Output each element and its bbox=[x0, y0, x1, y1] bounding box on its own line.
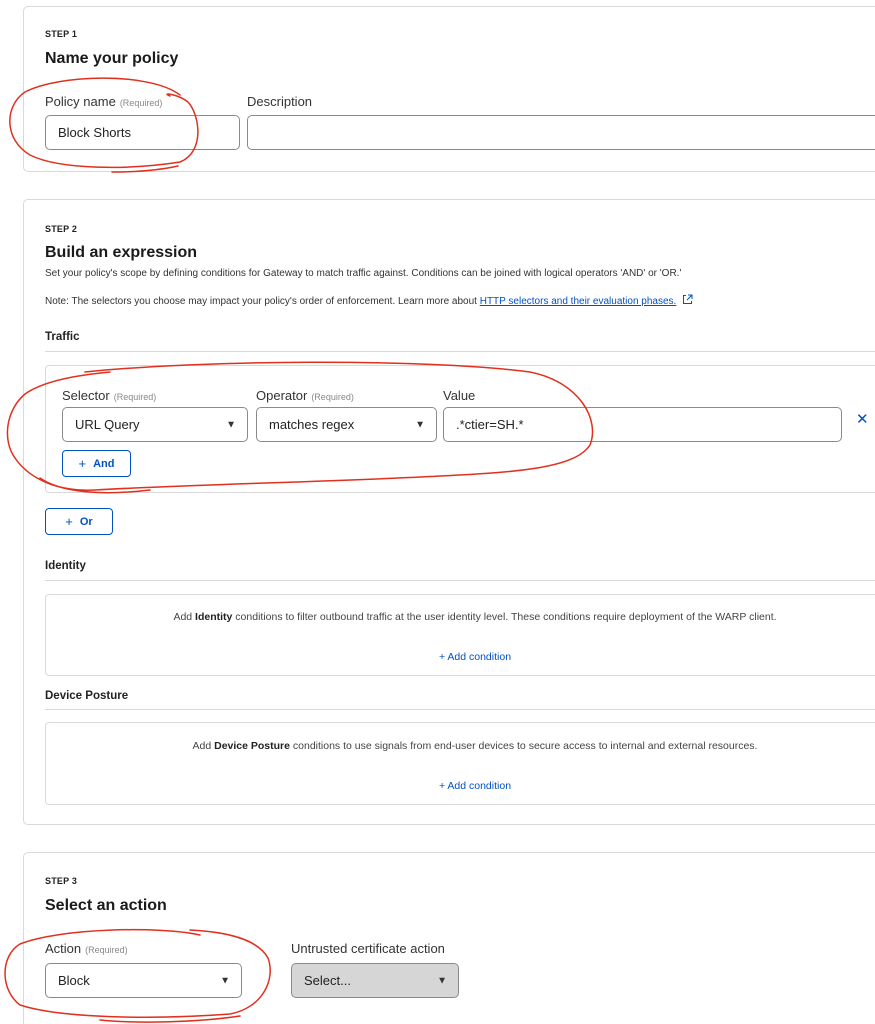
step3-title: Select an action bbox=[45, 897, 167, 914]
action-label-text: Action bbox=[45, 941, 82, 956]
cert-action-label: Untrusted certificate action bbox=[291, 941, 445, 956]
device-posture-text-prefix: Add bbox=[192, 740, 215, 752]
note-text: Note: The selectors you choose may impac… bbox=[45, 296, 480, 307]
cert-action-placeholder: Select... bbox=[304, 973, 351, 988]
and-button-label: And bbox=[93, 457, 115, 470]
identity-text-suffix: conditions to filter outbound traffic at… bbox=[232, 611, 777, 623]
value-value: .*ctier=SH.* bbox=[456, 417, 524, 432]
action-label: Action (Required) bbox=[45, 941, 128, 956]
caret-down-icon: ▼ bbox=[220, 975, 230, 986]
identity-divider bbox=[45, 580, 875, 581]
traffic-condition-box: Selector (Required) URL Query ▼ Operator(… bbox=[45, 365, 875, 493]
device-posture-add-condition-link[interactable]: + Add condition bbox=[46, 780, 875, 792]
device-posture-add-condition-label[interactable]: + Add condition bbox=[439, 780, 511, 792]
or-button-label: Or bbox=[79, 515, 93, 528]
identity-description: Add Identity conditions to filter outbou… bbox=[46, 611, 875, 623]
selector-value: URL Query bbox=[75, 417, 140, 432]
step3-card: STEP 3 Select an action Action (Required)… bbox=[23, 852, 875, 1024]
identity-title: Identity bbox=[45, 560, 86, 572]
identity-text-prefix: Add bbox=[173, 611, 196, 623]
close-icon[interactable]: ✕ bbox=[856, 410, 869, 428]
required-tag: (Required) bbox=[311, 392, 354, 402]
device-posture-text-suffix: conditions to use signals from end-user … bbox=[289, 740, 758, 752]
operator-label: Operator (Required) bbox=[256, 388, 354, 403]
required-tag: (Required) bbox=[85, 945, 128, 955]
policy-name-input[interactable]: Block Shorts bbox=[45, 115, 240, 150]
device-posture-box: Add Device Posture conditions to use sig… bbox=[45, 722, 875, 805]
device-posture-description: Add Device Posture conditions to use sig… bbox=[46, 740, 875, 752]
step2-card: STEP 2 Build an expression Set your poli… bbox=[23, 199, 875, 825]
device-posture-text-bold: Device Posture bbox=[214, 740, 290, 752]
selector-select[interactable]: URL Query ▼ bbox=[62, 407, 248, 442]
identity-box: Add Identity conditions to filter outbou… bbox=[45, 594, 875, 676]
selector-label: Selector (Required) bbox=[62, 388, 156, 403]
policy-name-label: Policy name (Required) bbox=[45, 94, 162, 109]
external-link-icon[interactable] bbox=[682, 294, 693, 308]
traffic-divider bbox=[45, 351, 875, 352]
step2-title: Build an expression bbox=[45, 244, 198, 261]
caret-down-icon: ▼ bbox=[437, 975, 447, 986]
identity-add-condition-link[interactable]: + Add condition bbox=[46, 651, 875, 663]
identity-text-bold: Identity bbox=[195, 611, 233, 623]
value-input[interactable]: .*ctier=SH.* bbox=[443, 407, 842, 442]
traffic-title: Traffic bbox=[45, 331, 80, 343]
description-input[interactable] bbox=[247, 115, 875, 150]
operator-select[interactable]: matches regex ▼ bbox=[256, 407, 437, 442]
action-select[interactable]: Block ▼ bbox=[45, 963, 242, 998]
or-button[interactable]: + Or bbox=[45, 508, 113, 535]
value-label: Value bbox=[443, 388, 476, 403]
identity-add-condition-label[interactable]: + Add condition bbox=[439, 651, 511, 663]
action-value: Block bbox=[58, 973, 90, 988]
caret-down-icon: ▼ bbox=[226, 419, 236, 430]
policy-name-label-text: Policy name bbox=[45, 94, 116, 109]
step3-label: STEP 3 bbox=[45, 876, 78, 886]
device-posture-divider bbox=[45, 709, 875, 710]
step2-label: STEP 2 bbox=[45, 224, 78, 234]
device-posture-title: Device Posture bbox=[45, 690, 129, 702]
cert-action-select[interactable]: Select... ▼ bbox=[291, 963, 459, 998]
required-tag: (Required) bbox=[119, 98, 163, 108]
operator-label-text: Operator bbox=[256, 388, 308, 403]
step2-note: Note: The selectors you choose may impac… bbox=[45, 294, 693, 308]
http-selectors-link[interactable]: HTTP selectors and their evaluation phas… bbox=[480, 296, 677, 307]
required-tag: (Required) bbox=[113, 392, 157, 402]
operator-value: matches regex bbox=[269, 417, 355, 432]
policy-name-value: Block Shorts bbox=[58, 125, 131, 140]
selector-label-text: Selector bbox=[62, 388, 110, 403]
step1-label: STEP 1 bbox=[45, 29, 78, 39]
plus-icon: + bbox=[65, 514, 73, 529]
step1-card: STEP 1 Name your policy Policy name (Requ… bbox=[23, 6, 875, 172]
step1-title: Name your policy bbox=[45, 50, 179, 67]
step2-description: Set your policy's scope by defining cond… bbox=[45, 268, 682, 279]
and-button[interactable]: + And bbox=[62, 450, 131, 477]
caret-down-icon: ▼ bbox=[415, 419, 425, 430]
plus-icon: + bbox=[78, 456, 87, 471]
description-label: Description bbox=[247, 94, 313, 109]
